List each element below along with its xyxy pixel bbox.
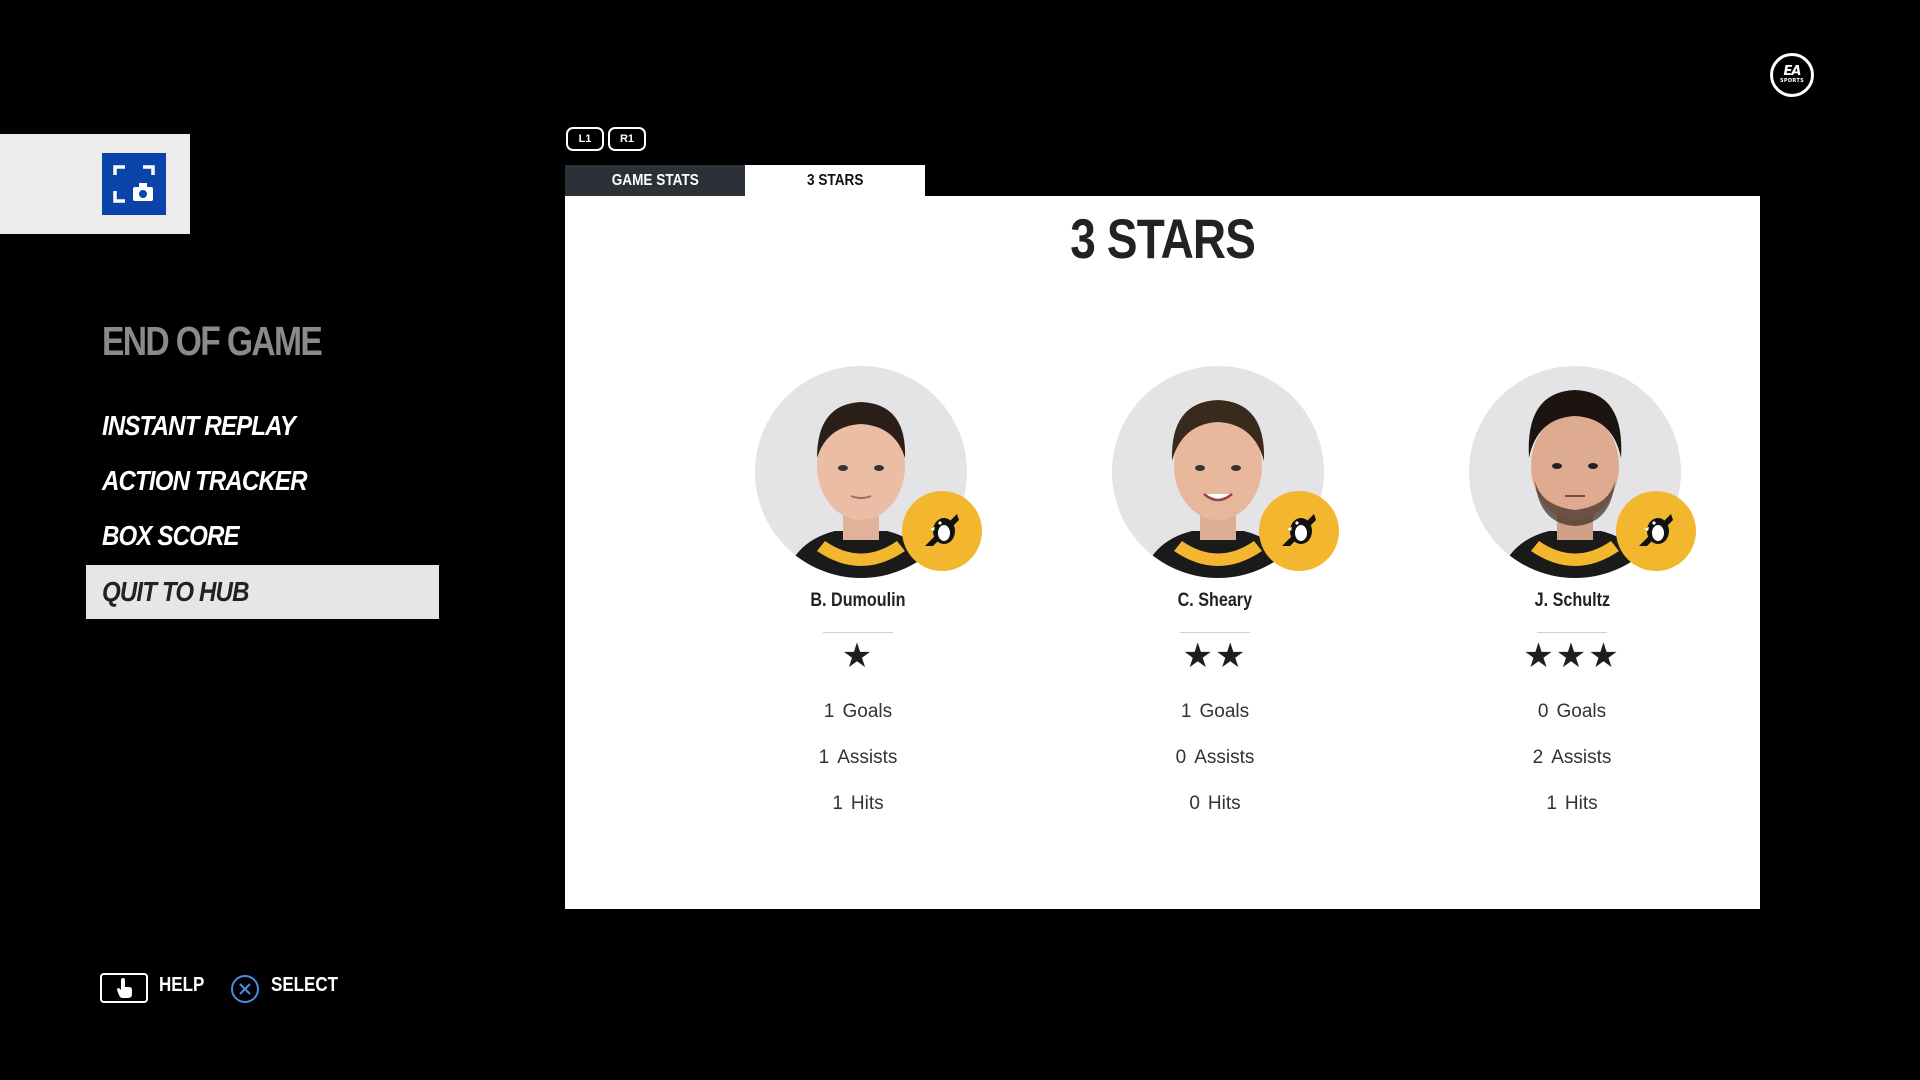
screenshot-camera-icon	[113, 165, 155, 203]
divider	[1180, 632, 1250, 633]
star-rating: ★★	[1182, 636, 1248, 676]
menu-title: END OF GAME	[102, 318, 323, 364]
stat-hits: 1 Hits	[832, 793, 884, 814]
stat-hits: 0 Hits	[1189, 793, 1241, 814]
ea-sports-logo: EA SPORTS	[1770, 53, 1814, 97]
star-player-card[interactable]: B. Dumoulin ★ 1 Goals 1 Assists 1 Hits	[708, 366, 1008, 846]
divider	[1537, 632, 1607, 633]
touchpad-help-icon[interactable]	[100, 973, 148, 1003]
stat-goals: 1 Goals	[1180, 701, 1250, 722]
tab-label: 3 STARS	[806, 171, 864, 189]
star-player-card[interactable]: C. Sheary ★★ 1 Goals 0 Assists 0 Hits	[1065, 366, 1365, 846]
capture-widget	[0, 134, 190, 234]
stat-hits: 1 Hits	[1546, 793, 1598, 814]
menu-item-label: ACTION TRACKER	[102, 465, 308, 496]
stat-goals: 0 Goals	[1537, 701, 1607, 722]
three-stars-panel: 3 STARS B. Dumoulin ★ 1 Goals 1 Assists …	[565, 196, 1760, 909]
penguins-logo-icon	[902, 491, 982, 571]
tab-label: GAME STATS	[611, 171, 699, 189]
stat-assists: 0 Assists	[1175, 747, 1255, 768]
menu-item-label: QUIT TO HUB	[102, 576, 249, 607]
select-label[interactable]: SELECT	[271, 974, 350, 997]
menu-item-quit-to-hub[interactable]: QUIT TO HUB	[86, 565, 439, 619]
stat-assists: 1 Assists	[818, 747, 898, 768]
menu-item-label: INSTANT REPLAY	[102, 410, 296, 441]
star-rating: ★	[841, 636, 875, 676]
end-of-game-screen: EA SPORTS END OF GAME INSTANT REPLAY ACT…	[0, 0, 1920, 1080]
player-name: C. Sheary	[1177, 590, 1253, 611]
menu-item-label: BOX SCORE	[102, 520, 240, 551]
help-label[interactable]: HELP	[159, 974, 212, 997]
screenshot-button[interactable]	[102, 153, 166, 215]
tab-game-stats[interactable]: GAME STATS	[565, 165, 745, 196]
star-player-card[interactable]: J. Schultz ★★★ 0 Goals 2 Assists 1 Hits	[1422, 366, 1722, 846]
cross-button-icon[interactable]	[231, 975, 259, 1003]
divider	[823, 632, 893, 633]
menu-item-instant-replay[interactable]: INSTANT REPLAY	[86, 399, 439, 453]
l1-bumper-button[interactable]: L1	[566, 127, 604, 151]
hand-pointer-icon	[117, 978, 132, 998]
stat-goals: 1 Goals	[823, 701, 893, 722]
x-icon	[239, 983, 251, 995]
player-name: J. Schultz	[1534, 590, 1610, 611]
penguins-logo-icon	[1616, 491, 1696, 571]
menu-item-action-tracker[interactable]: ACTION TRACKER	[86, 454, 439, 508]
menu-item-box-score[interactable]: BOX SCORE	[86, 509, 439, 563]
star-rating: ★★★	[1523, 636, 1621, 676]
panel-title: 3 STARS	[1070, 207, 1256, 270]
penguins-logo-icon	[1259, 491, 1339, 571]
stat-assists: 2 Assists	[1532, 747, 1612, 768]
r1-bumper-button[interactable]: R1	[608, 127, 646, 151]
player-name: B. Dumoulin	[810, 590, 906, 611]
tab-3-stars[interactable]: 3 STARS	[745, 165, 925, 196]
